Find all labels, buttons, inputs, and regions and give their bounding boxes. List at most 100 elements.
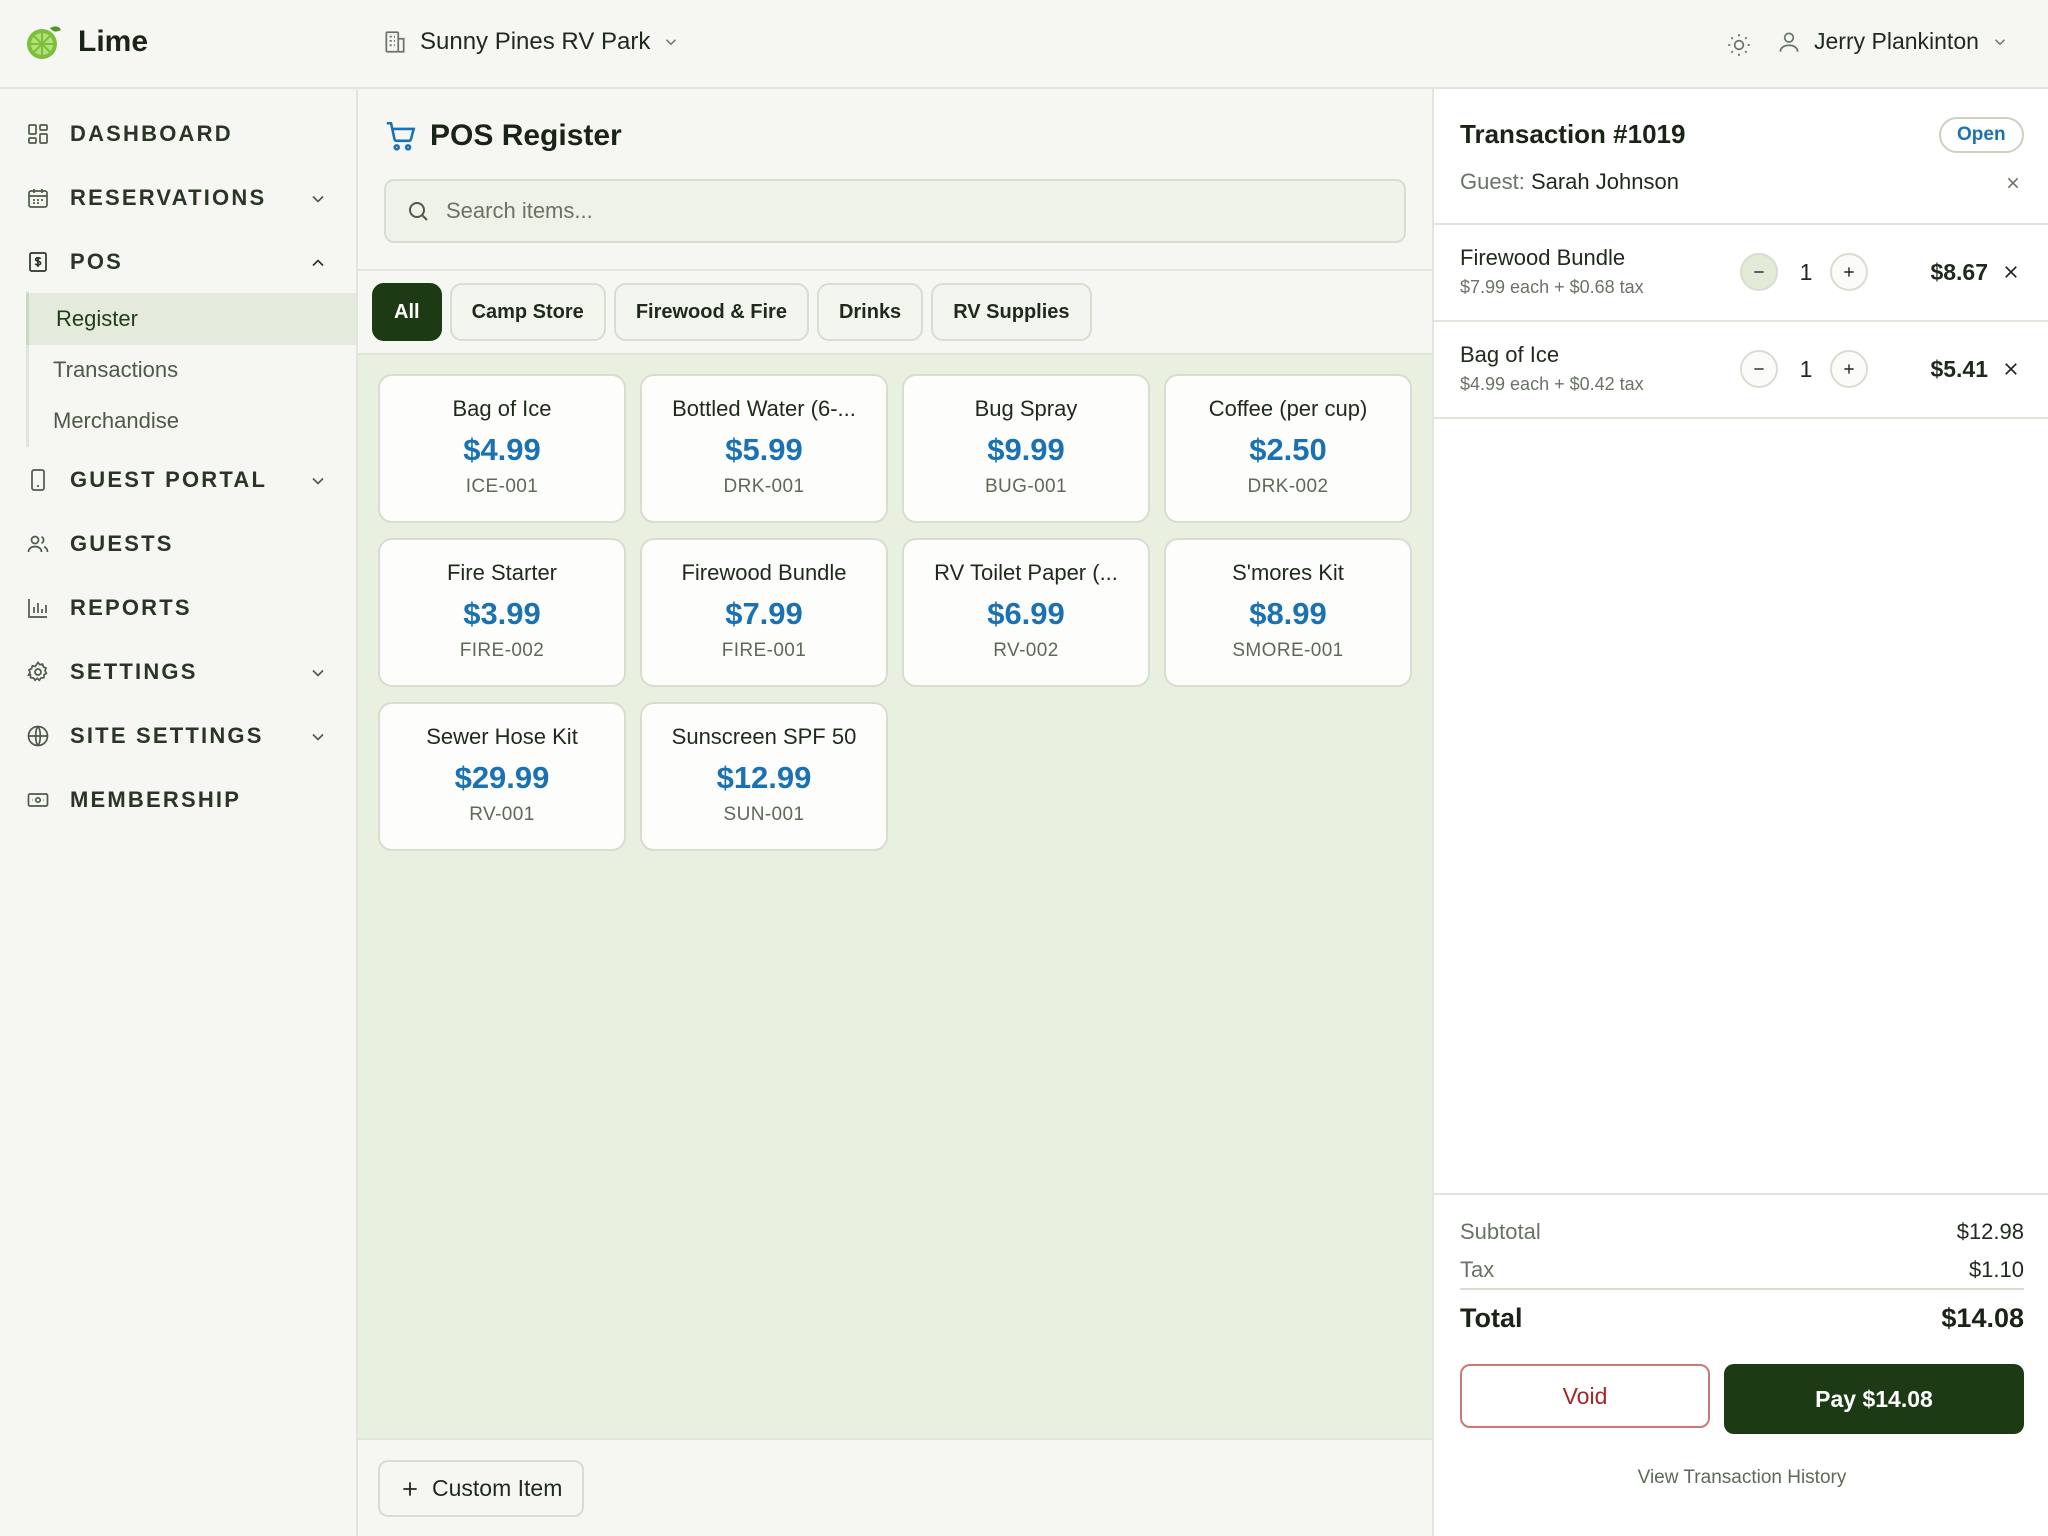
filter-chip-drinks[interactable]: Drinks	[816, 283, 924, 341]
product-price: $5.99	[725, 432, 803, 467]
product-name: Coffee (per cup)	[1208, 396, 1368, 421]
chevron-down-icon	[1991, 33, 2009, 51]
tax-value: $1.10	[1968, 1257, 2024, 1282]
product-name: Fire Starter	[446, 560, 558, 585]
sidebar-item-label: RESERVATIONS	[70, 185, 267, 210]
line-item-total: $5.41	[1930, 356, 1988, 382]
line-item-detail: $4.99 each + $0.42 tax	[1460, 374, 1644, 394]
building-icon	[382, 29, 408, 55]
product-card[interactable]: Sunscreen SPF 50 $12.99 SUN-001	[640, 702, 888, 851]
search-input[interactable]	[446, 198, 1346, 224]
product-price: $7.99	[725, 596, 803, 631]
user-name: Jerry Plankinton	[1814, 28, 1979, 54]
filter-chip-all[interactable]: All	[372, 283, 442, 341]
product-price: $8.99	[1249, 596, 1327, 631]
calendar-icon	[24, 184, 52, 212]
sidebar-item-label: REPORTS	[70, 595, 192, 620]
bar-chart-icon	[24, 594, 52, 622]
product-name: RV Toilet Paper (...	[934, 560, 1118, 585]
search-icon	[406, 199, 430, 223]
status-badge: Open	[1939, 117, 2024, 153]
plus-icon	[1844, 364, 1854, 374]
product-card[interactable]: Sewer Hose Kit $29.99 RV-001	[378, 702, 626, 851]
remove-item-close-icon[interactable]	[2002, 263, 2020, 281]
transaction-header: Transaction #1019 Open Guest: Sarah John…	[1434, 89, 2048, 225]
sidebar-item-label: POS	[70, 249, 124, 274]
sidebar-subitem-merchandise[interactable]: Merchandise	[26, 395, 356, 447]
pay-button[interactable]: Pay $14.08	[1724, 1364, 2024, 1434]
sidebar-subitem-transactions[interactable]: Transactions	[26, 344, 356, 396]
increase-quantity-button[interactable]	[1830, 350, 1868, 388]
cart-line-item: Bag of Ice $4.99 each + $0.42 tax 1 $5.4…	[1434, 322, 2048, 419]
product-card[interactable]: Bug Spray $9.99 BUG-001	[902, 374, 1150, 523]
sidebar-item-dashboard[interactable]: DASHBOARD	[0, 109, 356, 159]
dashboard-icon	[24, 120, 52, 148]
sidebar-item-guest-portal[interactable]: GUEST PORTAL	[0, 455, 356, 505]
void-button[interactable]: Void	[1460, 1364, 1710, 1428]
sidebar-item-label: GUESTS	[70, 531, 174, 556]
user-icon	[1776, 29, 1802, 55]
filter-chip-firewood-fire[interactable]: Firewood & Fire	[613, 283, 809, 341]
subtotal-row: Subtotal $12.98	[1460, 1219, 2024, 1245]
theme-toggle-button[interactable]	[1724, 30, 1754, 60]
product-card[interactable]: Bottled Water (6-... $5.99 DRK-001	[640, 374, 888, 523]
sidebar-item-site-settings[interactable]: SITE SETTINGS	[0, 711, 356, 761]
decrease-quantity-button[interactable]	[1740, 350, 1778, 388]
sidebar-item-pos[interactable]: POS	[0, 237, 356, 287]
increase-quantity-button[interactable]	[1830, 253, 1868, 291]
remove-item-close-icon[interactable]	[2002, 360, 2020, 378]
product-card[interactable]: Bag of Ice $4.99 ICE-001	[378, 374, 626, 523]
clear-guest-close-icon[interactable]	[2005, 175, 2021, 191]
page-title-text: POS Register	[430, 119, 622, 152]
park-selector[interactable]: Sunny Pines RV Park	[382, 28, 680, 56]
transaction-panel: Transaction #1019 Open Guest: Sarah John…	[1432, 89, 2048, 1536]
product-card[interactable]: Firewood Bundle $7.99 FIRE-001	[640, 538, 888, 687]
sidebar-subitem-register[interactable]: Register	[26, 293, 356, 345]
filter-chip-camp-store[interactable]: Camp Store	[449, 283, 606, 341]
custom-item-button[interactable]: Custom Item	[378, 1460, 585, 1517]
globe-icon	[24, 722, 52, 750]
chevron-down-icon	[308, 727, 328, 747]
brand[interactable]: Lime	[24, 22, 148, 62]
register-footer: Custom Item	[358, 1438, 1432, 1536]
sidebar-item-guests[interactable]: GUESTS	[0, 519, 356, 569]
line-item-total: $8.67	[1930, 259, 1988, 285]
guest-label: Guest:	[1460, 169, 1525, 194]
line-item-detail: $7.99 each + $0.68 tax	[1460, 277, 1644, 297]
sidebar-item-settings[interactable]: SETTINGS	[0, 647, 356, 697]
product-sku: SMORE-001	[1232, 640, 1344, 661]
cart-icon	[384, 119, 418, 153]
product-sku: ICE-001	[465, 476, 539, 497]
sidebar-item-label: SITE SETTINGS	[70, 723, 264, 748]
product-price: $6.99	[987, 596, 1065, 631]
gear-icon	[24, 658, 52, 686]
product-name: Sunscreen SPF 50	[671, 724, 857, 749]
sidebar-item-reservations[interactable]: RESERVATIONS	[0, 173, 356, 223]
product-price: $4.99	[463, 432, 541, 467]
product-card[interactable]: S'mores Kit $8.99 SMORE-001	[1164, 538, 1412, 687]
tax-row: Tax $1.10	[1460, 1257, 2024, 1283]
product-sku: RV-002	[993, 640, 1059, 661]
decrease-quantity-button[interactable]	[1740, 253, 1778, 291]
totals-section: Subtotal $12.98 Tax $1.10 Total $14.08 V…	[1434, 1193, 2048, 1536]
product-card[interactable]: RV Toilet Paper (... $6.99 RV-002	[902, 538, 1150, 687]
product-price: $29.99	[454, 760, 550, 795]
product-name: Sewer Hose Kit	[426, 724, 578, 749]
product-grid: Bag of Ice $4.99 ICE-001 Bottled Water (…	[378, 374, 1414, 851]
sidebar-item-membership[interactable]: MEMBERSHIP	[0, 775, 356, 825]
product-name: Bug Spray	[974, 396, 1078, 421]
sidebar-item-label: SETTINGS	[70, 659, 198, 684]
view-transaction-history-link[interactable]: View Transaction History	[1434, 1467, 2048, 1489]
filter-chip-rv-supplies[interactable]: RV Supplies	[931, 283, 1092, 341]
quantity-value: 1	[1799, 259, 1813, 285]
product-card[interactable]: Coffee (per cup) $2.50 DRK-002	[1164, 374, 1412, 523]
search-box[interactable]	[384, 179, 1406, 243]
product-card[interactable]: Fire Starter $3.99 FIRE-002	[378, 538, 626, 687]
product-price: $9.99	[987, 432, 1065, 467]
sidebar-item-reports[interactable]: REPORTS	[0, 583, 356, 633]
product-sku: DRK-002	[1247, 476, 1329, 497]
user-menu[interactable]: Jerry Plankinton	[1776, 28, 2009, 55]
product-sku: DRK-001	[723, 476, 805, 497]
product-price: $12.99	[716, 760, 812, 795]
chevron-down-icon	[308, 189, 328, 209]
